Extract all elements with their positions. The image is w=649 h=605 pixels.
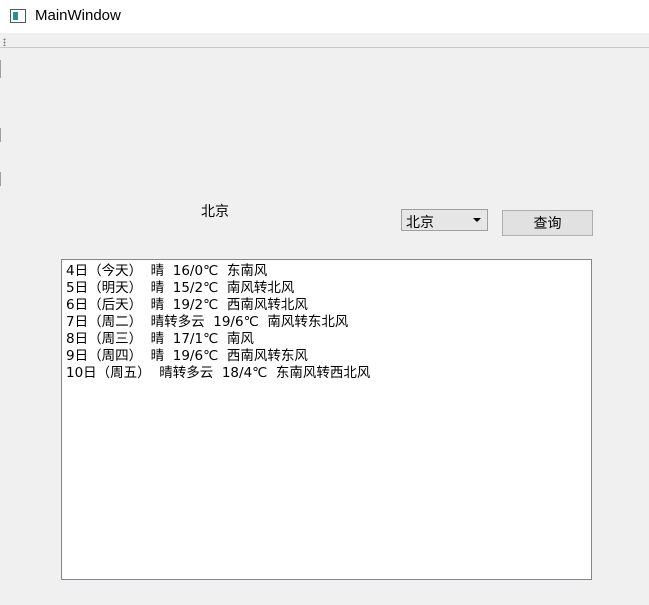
forecast-text-area[interactable]: 4日（今天） 晴 16/0℃ 东南风 5日（明天） 晴 15/2℃ 南风转北风 … (61, 259, 592, 580)
city-label: 北京 (201, 204, 229, 220)
forecast-line: 8日（周三） 晴 17/1℃ 南风 (66, 331, 254, 347)
forecast-line: 9日（周四） 晴 19/6℃ 西南风转东风 (66, 348, 308, 364)
window-edge-marker (0, 172, 1, 186)
city-select-value: 北京 (406, 215, 434, 231)
forecast-line: 4日（今天） 晴 16/0℃ 东南风 (66, 263, 268, 279)
forecast-line: 6日（后天） 晴 19/2℃ 西南风转北风 (66, 297, 308, 313)
menubar-divider (0, 47, 649, 48)
query-button[interactable]: 查询 (502, 210, 593, 236)
window-edge-marker (0, 60, 1, 78)
window-edge-marker (0, 128, 1, 142)
forecast-line: 10日（周五） 晴转多云 18/4℃ 东南风转西北风 (66, 365, 371, 381)
title-bar[interactable]: MainWindow (0, 0, 649, 33)
app-window-icon (10, 9, 26, 23)
toolbar-grip-handle[interactable] (3, 38, 6, 46)
forecast-line: 5日（明天） 晴 15/2℃ 南风转北风 (66, 280, 295, 296)
dropdown-arrow-icon[interactable] (473, 218, 481, 222)
city-select[interactable]: 北京 (401, 209, 488, 231)
window-title: MainWindow (35, 7, 121, 24)
forecast-line: 7日（周二） 晴转多云 19/6℃ 南风转东北风 (66, 314, 349, 330)
